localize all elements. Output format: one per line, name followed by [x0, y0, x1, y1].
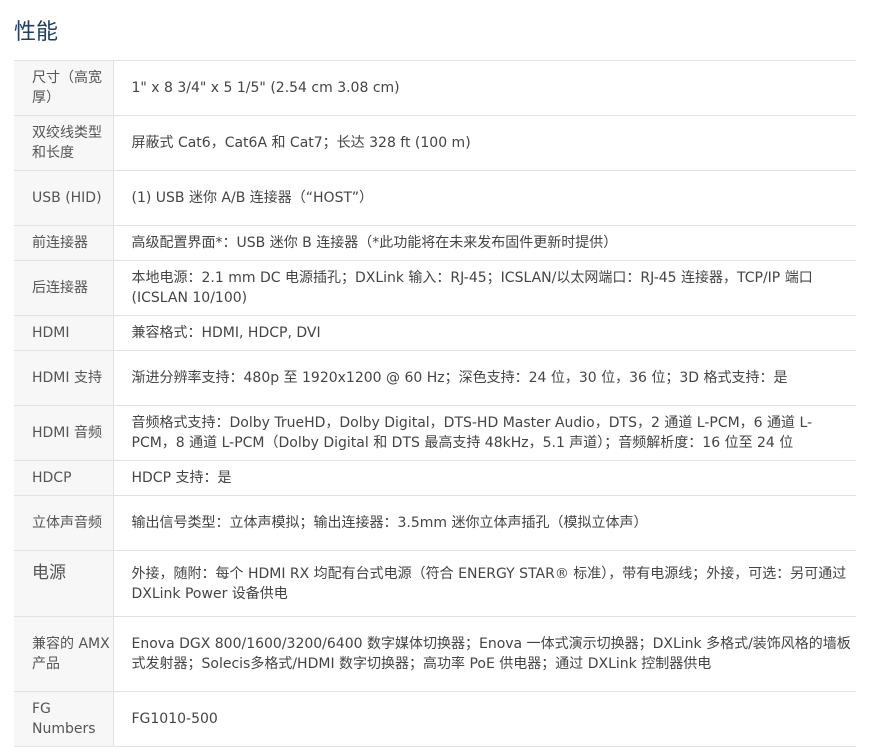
table-row: 后连接器 本地电源：2.1 mm DC 电源插孔；DXLink 输入：RJ-45…	[14, 260, 856, 316]
spec-label: 兼容的 AMX 产品	[14, 616, 114, 692]
spec-value: (1) USB 迷你 A/B 连接器（“HOST”）	[113, 170, 856, 226]
spec-value: 音频格式支持：Dolby TrueHD，Dolby Digital，DTS-HD…	[113, 405, 856, 461]
spec-label: USB (HID)	[14, 170, 114, 226]
table-row: HDMI 兼容格式：HDMI, HDCP, DVI	[14, 315, 856, 351]
spec-value: 渐进分辨率支持：480p 至 1920x1200 @ 60 Hz；深色支持：24…	[113, 350, 856, 406]
table-row: FG Numbers FG1010-500	[14, 691, 856, 747]
spec-value: 输出信号类型：立体声模拟；输出连接器：3.5mm 迷你立体声插孔（模拟立体声）	[113, 495, 856, 551]
spec-label: 前连接器	[14, 225, 114, 261]
table-row: 尺寸（高宽厚） 1" x 8 3/4" x 5 1/5" (2.54 cm 3.…	[14, 60, 856, 116]
spec-value: 本地电源：2.1 mm DC 电源插孔；DXLink 输入：RJ-45；ICSL…	[113, 260, 856, 316]
spec-label: 双绞线类型和长度	[14, 115, 114, 171]
table-row: 兼容的 AMX 产品 Enova DGX 800/1600/3200/6400 …	[14, 616, 856, 692]
spec-label: 立体声音频	[14, 495, 114, 551]
spec-value: HDCP 支持：是	[113, 460, 856, 496]
table-row: 电源 外接，随附：每个 HDMI RX 均配有台式电源（符合 ENERGY ST…	[14, 550, 856, 617]
table-row: HDMI 支持 渐进分辨率支持：480p 至 1920x1200 @ 60 Hz…	[14, 350, 856, 406]
spec-value: Enova DGX 800/1600/3200/6400 数字媒体切换器；Eno…	[113, 616, 856, 692]
section-title: 性能	[14, 20, 59, 45]
spec-label: HDMI 音频	[14, 405, 114, 461]
spec-label: 尺寸（高宽厚）	[14, 60, 114, 116]
spec-label: HDCP	[14, 460, 114, 496]
spec-value: 高级配置界面*：USB 迷你 B 连接器（*此功能将在未来发布固件更新时提供）	[113, 225, 856, 261]
table-row: USB (HID) (1) USB 迷你 A/B 连接器（“HOST”）	[14, 170, 856, 226]
spec-value: 屏蔽式 Cat6，Cat6A 和 Cat7；长达 328 ft (100 m)	[113, 115, 856, 171]
spec-value: 兼容格式：HDMI, HDCP, DVI	[113, 315, 856, 351]
table-row: 双绞线类型和长度 屏蔽式 Cat6，Cat6A 和 Cat7；长达 328 ft…	[14, 115, 856, 171]
spec-label: HDMI	[14, 315, 114, 351]
spec-value: FG1010-500	[113, 691, 856, 747]
spec-label: FG Numbers	[14, 691, 114, 747]
spec-label: HDMI 支持	[14, 350, 114, 406]
spec-page: 性能 尺寸（高宽厚） 1" x 8 3/4" x 5 1/5" (2.54 cm…	[0, 0, 878, 756]
spec-value: 1" x 8 3/4" x 5 1/5" (2.54 cm 3.08 cm)	[113, 60, 856, 116]
table-row: 前连接器 高级配置界面*：USB 迷你 B 连接器（*此功能将在未来发布固件更新…	[14, 225, 856, 261]
spec-table: 尺寸（高宽厚） 1" x 8 3/4" x 5 1/5" (2.54 cm 3.…	[14, 60, 856, 747]
spec-label: 电源	[14, 550, 114, 617]
table-row: HDCP HDCP 支持：是	[14, 460, 856, 496]
spec-label: 后连接器	[14, 260, 114, 316]
table-row: HDMI 音频 音频格式支持：Dolby TrueHD，Dolby Digita…	[14, 405, 856, 461]
spec-value: 外接，随附：每个 HDMI RX 均配有台式电源（符合 ENERGY STAR®…	[113, 550, 856, 617]
table-row: 立体声音频 输出信号类型：立体声模拟；输出连接器：3.5mm 迷你立体声插孔（模…	[14, 495, 856, 551]
